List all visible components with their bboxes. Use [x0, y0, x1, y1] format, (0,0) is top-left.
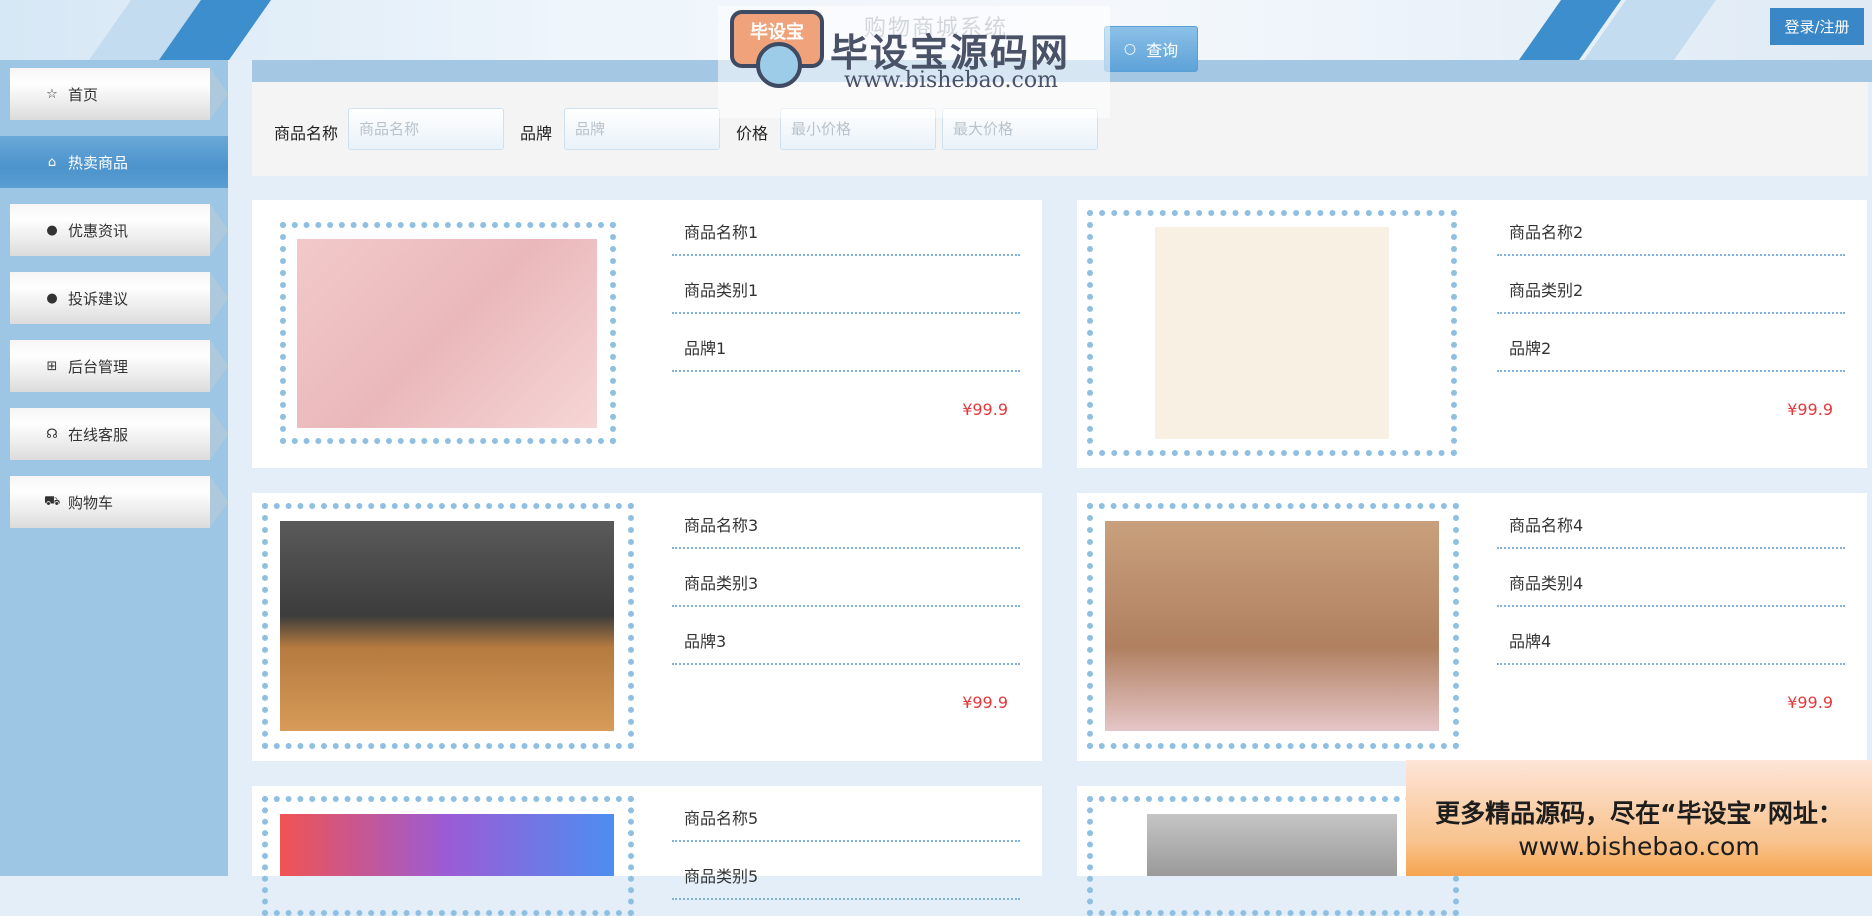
sidebar-item-hot-products[interactable]: ⌂ 热卖商品: [0, 136, 228, 188]
promo-banner[interactable]: 更多精品源码，尽在“毕设宝”网址： www.bishebao.com: [1406, 760, 1872, 876]
search-button-label: 查询: [1146, 41, 1179, 60]
product-name: 商品名称3: [672, 503, 1020, 549]
sidebar-item-promotions[interactable]: ● 优惠资讯: [10, 204, 228, 256]
product-price: ¥99.9: [962, 693, 1008, 712]
sidebar-nav: ☆ 首页 ⌂ 热卖商品 ● 优惠资讯 ● 投诉建议 ⊞ 后台管理 ☊ 在线客服 …: [0, 60, 228, 876]
watermark-circle-icon: [756, 42, 802, 88]
product-category: 商品类别2: [1497, 268, 1845, 314]
brand-label: 品牌: [520, 124, 553, 143]
sidebar-item-home[interactable]: ☆ 首页: [10, 68, 228, 120]
promo-url: www.bishebao.com: [1518, 832, 1760, 861]
price-label: 价格: [736, 124, 769, 143]
product-brand: 品牌1: [672, 326, 1020, 372]
product-card[interactable]: 商品名称4 商品类别4 品牌4 ¥99.9: [1077, 493, 1867, 761]
search-icon: ○: [1123, 41, 1137, 57]
login-register-button[interactable]: 登录/注册: [1770, 8, 1864, 45]
product-price: ¥99.9: [1787, 400, 1833, 419]
sidebar-item-label: 投诉建议: [68, 289, 129, 308]
product-image[interactable]: [1147, 814, 1397, 876]
gift-icon: ⊞: [46, 358, 58, 374]
star-icon: ☆: [46, 86, 58, 102]
shopping-bag-icon: ⌂: [47, 154, 57, 170]
sidebar-item-label: 在线客服: [68, 425, 129, 444]
question-circle-icon: ●: [46, 290, 58, 306]
sidebar-item-label: 首页: [68, 85, 99, 104]
product-name: 商品名称5: [672, 796, 1020, 842]
product-category: 商品类别4: [1497, 561, 1845, 607]
sidebar-item-cart[interactable]: ⛟ 购物车: [10, 476, 228, 528]
sidebar-item-label: 购物车: [68, 493, 114, 512]
product-image[interactable]: [280, 814, 614, 876]
product-name: 商品名称1: [672, 210, 1020, 256]
product-image[interactable]: [280, 521, 614, 731]
product-card[interactable]: 商品名称5 商品类别5: [252, 786, 1042, 916]
sidebar-item-label: 热卖商品: [68, 153, 129, 172]
product-price: ¥99.9: [962, 400, 1008, 419]
product-brand: 品牌4: [1497, 619, 1845, 665]
sidebar-item-complaints[interactable]: ● 投诉建议: [10, 272, 228, 324]
product-brand: 品牌3: [672, 619, 1020, 665]
sidebar-item-label: 后台管理: [68, 357, 129, 376]
sidebar-item-support[interactable]: ☊ 在线客服: [10, 408, 228, 460]
product-brand: 品牌2: [1497, 326, 1845, 372]
exclamation-circle-icon: ●: [46, 222, 58, 238]
product-price: ¥99.9: [1787, 693, 1833, 712]
product-card[interactable]: 商品名称2 商品类别2 品牌2 ¥99.9: [1077, 200, 1867, 468]
product-name: 商品名称2: [1497, 210, 1845, 256]
product-category: 商品类别3: [672, 561, 1020, 607]
product-image[interactable]: [1155, 227, 1389, 439]
search-button[interactable]: ○ 查询: [1104, 26, 1198, 72]
product-image[interactable]: [297, 239, 597, 428]
product-image[interactable]: [1105, 521, 1439, 731]
sidebar-item-admin[interactable]: ⊞ 后台管理: [10, 340, 228, 392]
product-card[interactable]: 商品名称3 商品类别3 品牌3 ¥99.9: [252, 493, 1042, 761]
watermark-url: www.bishebao.com: [844, 68, 1058, 93]
product-name-input[interactable]: [348, 108, 504, 150]
product-name: 商品名称4: [1497, 503, 1845, 549]
promo-text: 更多精品源码，尽在“毕设宝”网址：: [1435, 799, 1843, 828]
brand-input[interactable]: [564, 108, 720, 150]
watermark-logo: 毕设宝 毕设宝源码网 www.bishebao.com: [718, 6, 1110, 118]
product-category: 商品类别5: [672, 854, 1020, 900]
product-name-label: 商品名称: [274, 124, 339, 143]
cart-icon: ⛟: [44, 493, 61, 509]
headset-icon: ☊: [46, 426, 58, 442]
sidebar-item-label: 优惠资讯: [68, 221, 129, 240]
product-category: 商品类别1: [672, 268, 1020, 314]
product-card[interactable]: 商品名称1 商品类别1 品牌1 ¥99.9: [252, 200, 1042, 468]
